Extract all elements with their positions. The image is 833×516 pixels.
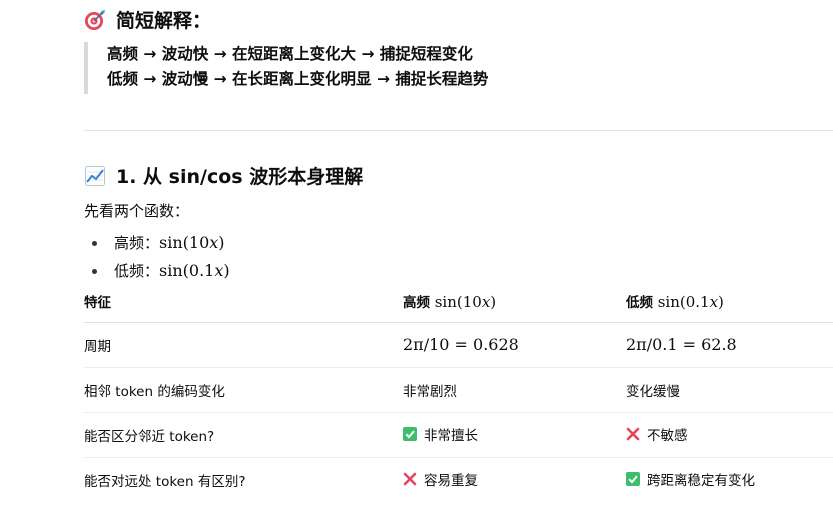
summary-line-high: 高频 → 波动快 → 在短距离上变化大 → 捕捉短程变化	[107, 45, 473, 63]
cell-feature: 能否区分邻近 token?	[84, 412, 403, 458]
table-row: 能否区分邻近 token? 非常擅长 不敏感	[84, 412, 833, 458]
check-mark-icon	[403, 427, 417, 441]
table-row: 周期 2π/10 = 0.628 2π/0.1 = 62.8	[84, 322, 833, 368]
cell-low-text: 跨距离稳定有变化	[647, 473, 755, 490]
function-list: 高频：sin(10x) 低频：sin(0.1x)	[84, 229, 230, 285]
cell-low-text: 不敏感	[647, 428, 688, 444]
cell-high: 2π/10 = 0.628	[403, 322, 626, 368]
cell-high: 容易重复	[403, 457, 626, 502]
cell-low: 变化缓慢	[626, 367, 833, 413]
cell-low: 2π/0.1 = 62.8	[626, 322, 833, 368]
comparison-table: 特征 高频 sin(10x) 低频 sin(0.1x) 周期 2π/10 = 0…	[84, 281, 833, 502]
cell-low: 跨距离稳定有变化	[626, 457, 833, 502]
list-item-formula: sin(10x)	[159, 233, 225, 252]
summary-blockquote: 高频 → 波动快 → 在短距离上变化大 → 捕捉短程变化 低频 → 波动慢 → …	[84, 42, 784, 94]
cell-low: 不敏感	[626, 412, 833, 458]
section-heading-text: 1. 从 sin/cos 波形本身理解	[116, 166, 364, 188]
chart-increasing-icon	[84, 165, 106, 187]
table-row: 相邻 token 的编码变化 非常剧烈 变化缓慢	[84, 367, 833, 413]
cell-high: 非常擅长	[403, 412, 626, 458]
column-header-feature: 特征	[84, 281, 403, 323]
cell-high-text: 非常擅长	[424, 428, 478, 444]
cell-high-text: 容易重复	[424, 473, 478, 490]
target-icon	[84, 9, 106, 31]
cross-mark-icon	[626, 427, 640, 441]
cell-high: 非常剧烈	[403, 367, 626, 413]
list-item: 高频：sin(10x)	[84, 229, 230, 257]
column-header-high: 高频 sin(10x)	[403, 281, 626, 323]
list-item-formula: sin(0.1x)	[159, 261, 230, 280]
column-header-low: 低频 sin(0.1x)	[626, 281, 833, 323]
intro-text: 先看两个函数：	[84, 202, 190, 220]
cross-mark-icon	[403, 472, 417, 486]
summary-line-low: 低频 → 波动慢 → 在长距离上变化明显 → 捕捉长程趋势	[107, 70, 489, 88]
section-heading: 1. 从 sin/cos 波形本身理解	[84, 162, 363, 189]
cell-feature: 相邻 token 的编码变化	[84, 367, 403, 413]
list-item-label: 高频：	[114, 234, 160, 252]
table-row: 能否对远处 token 有区别? 容易重复 跨距离稳定有变化	[84, 457, 833, 502]
check-mark-icon	[626, 472, 640, 487]
summary-heading-text: 简短解释：	[116, 10, 212, 32]
chat-response: 简短解释： 高频 → 波动快 → 在短距离上变化大 → 捕捉短程变化 低频 → …	[0, 0, 833, 516]
table-header-row: 特征 高频 sin(10x) 低频 sin(0.1x)	[84, 281, 833, 323]
list-item-label: 低频：	[114, 262, 160, 280]
divider	[84, 130, 833, 131]
cell-feature: 能否对远处 token 有区别?	[84, 473, 246, 490]
summary-heading: 简短解释：	[84, 6, 211, 33]
cell-feature: 周期	[84, 322, 403, 368]
